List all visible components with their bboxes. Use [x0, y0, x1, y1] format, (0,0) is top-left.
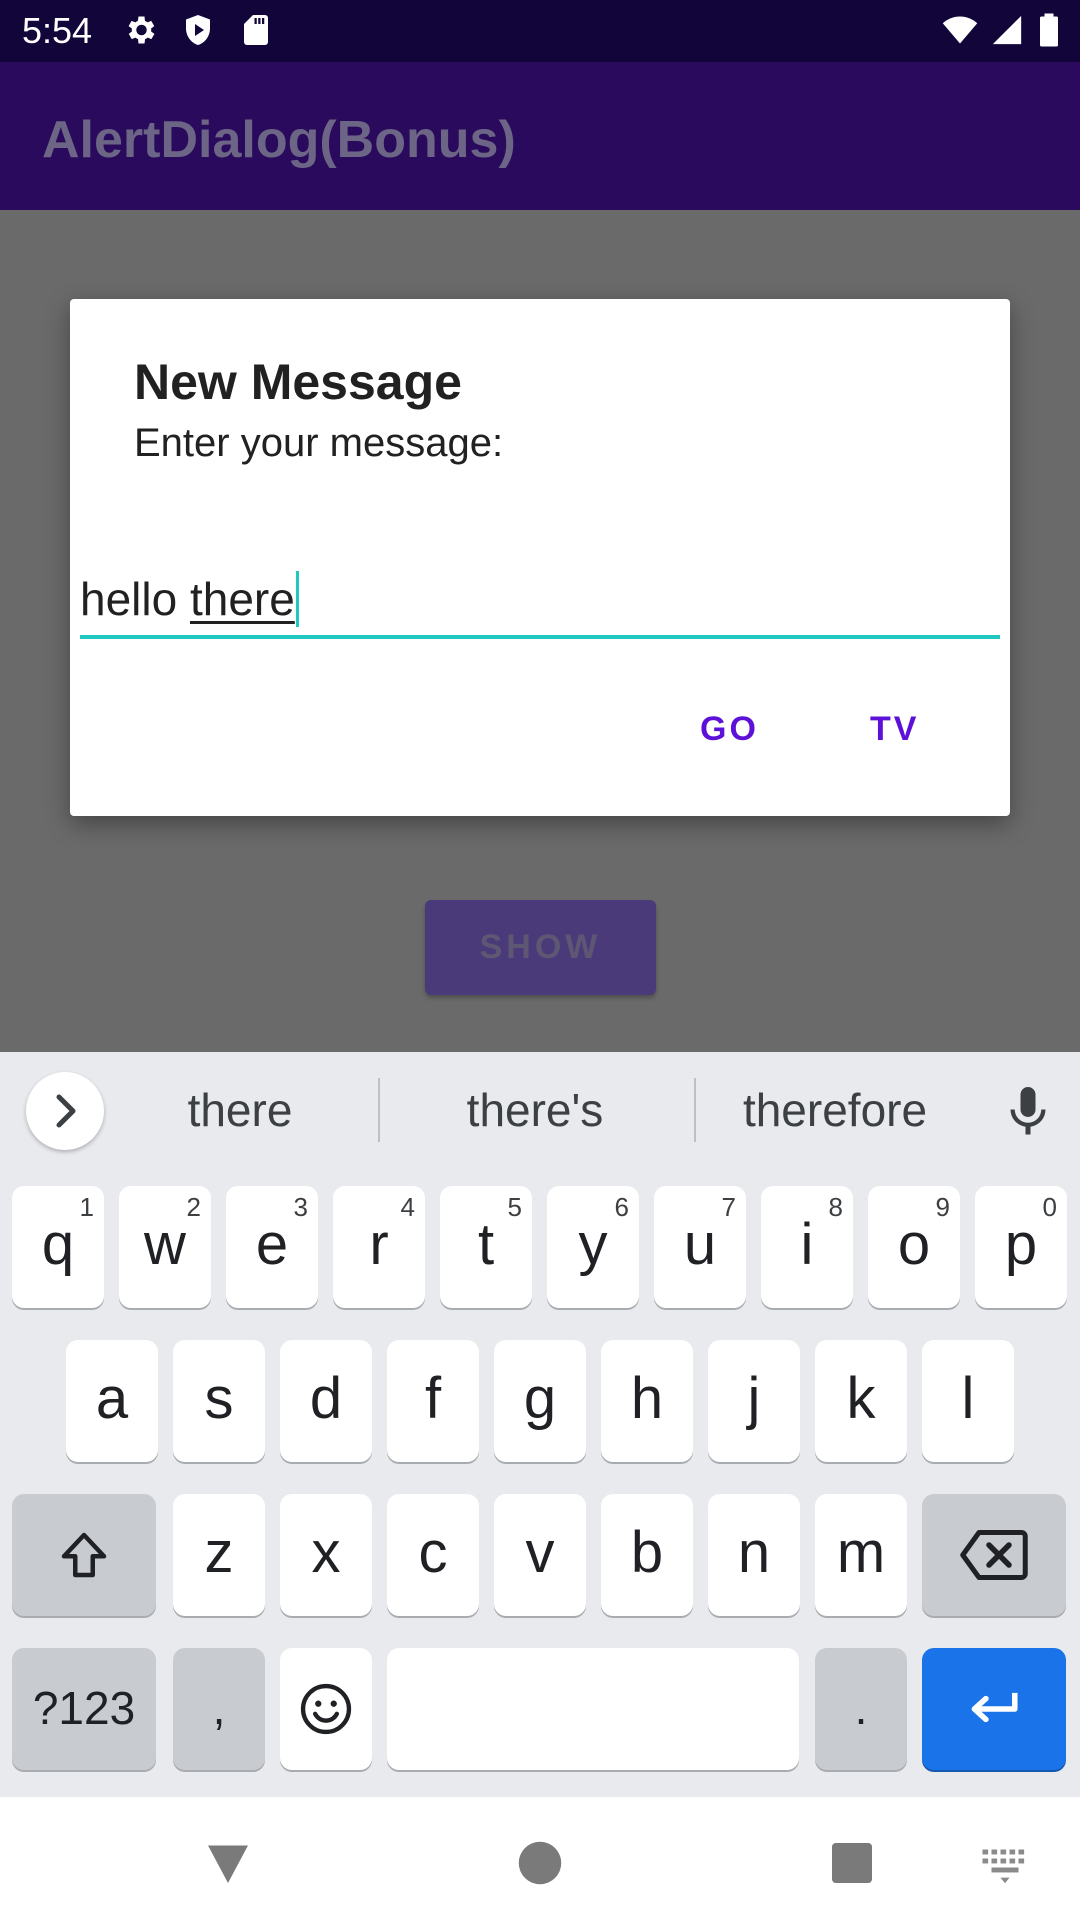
key-o[interactable]: 9o [868, 1186, 960, 1308]
suggestion-1[interactable]: there [140, 1082, 340, 1138]
suggestion-divider [378, 1078, 380, 1142]
key-e[interactable]: 3e [226, 1186, 318, 1308]
recents-icon[interactable] [822, 1833, 882, 1893]
key-y[interactable]: 6y [547, 1186, 639, 1308]
emoji-key[interactable] [280, 1648, 372, 1770]
backspace-key[interactable] [922, 1494, 1066, 1616]
space-key[interactable] [387, 1648, 799, 1770]
back-icon[interactable] [198, 1833, 258, 1893]
status-time: 5:54 [22, 10, 93, 51]
suggestion-3[interactable]: therefore [710, 1082, 960, 1138]
comma-key[interactable]: , [173, 1648, 265, 1770]
message-committed-text: hello [80, 573, 190, 625]
enter-arrow-icon [922, 1648, 1066, 1770]
settings-icon [122, 12, 158, 48]
enter-key[interactable] [922, 1648, 1066, 1770]
app-bar: AlertDialog(Bonus) [0, 62, 1080, 210]
go-button[interactable]: GO [700, 709, 759, 749]
key-s[interactable]: s [173, 1340, 265, 1462]
play-protect-icon [180, 12, 216, 48]
key-v[interactable]: v [494, 1494, 586, 1616]
shift-icon [12, 1494, 156, 1616]
battery-icon [1036, 12, 1062, 48]
key-l[interactable]: l [922, 1340, 1014, 1462]
message-input[interactable]: hello there [80, 564, 1000, 644]
status-bar: 5:54 [0, 0, 1080, 62]
show-button: SHOW [425, 900, 656, 995]
key-z[interactable]: z [173, 1494, 265, 1616]
screen: 5:54 AlertDialog(Bonus) SHOW New Message… [0, 0, 1080, 1920]
message-input-text[interactable]: hello there [80, 570, 299, 628]
key-w[interactable]: 2w [119, 1186, 211, 1308]
keyboard-switch-icon[interactable] [978, 1833, 1032, 1893]
alert-dialog: New Message Enter your message: hello th… [70, 299, 1010, 816]
period-key[interactable]: . [815, 1648, 907, 1770]
emoji-icon [280, 1648, 372, 1770]
key-h[interactable]: h [601, 1340, 693, 1462]
key-b[interactable]: b [601, 1494, 693, 1616]
key-n[interactable]: n [708, 1494, 800, 1616]
dialog-message: Enter your message: [134, 421, 504, 465]
key-r[interactable]: 4r [333, 1186, 425, 1308]
key-k[interactable]: k [815, 1340, 907, 1462]
key-g[interactable]: g [494, 1340, 586, 1462]
sd-card-icon [238, 12, 274, 48]
microphone-icon[interactable] [998, 1082, 1058, 1142]
key-f[interactable]: f [387, 1340, 479, 1462]
dialog-title: New Message [134, 354, 462, 410]
suggestion-strip: there there's therefore [0, 1052, 1080, 1168]
message-composing-text: there [189, 573, 295, 625]
key-m[interactable]: m [815, 1494, 907, 1616]
key-q[interactable]: 1q [12, 1186, 104, 1308]
key-d[interactable]: d [280, 1340, 372, 1462]
suggestion-divider [694, 1078, 696, 1142]
key-x[interactable]: x [280, 1494, 372, 1616]
key-c[interactable]: c [387, 1494, 479, 1616]
key-t[interactable]: 5t [440, 1186, 532, 1308]
shift-key[interactable] [12, 1494, 156, 1616]
wifi-icon [940, 12, 980, 48]
text-cursor [295, 571, 299, 627]
signal-icon [990, 12, 1024, 48]
suggestion-2[interactable]: there's [400, 1082, 670, 1138]
app-title: AlertDialog(Bonus) [42, 111, 516, 169]
key-p[interactable]: 0p [975, 1186, 1067, 1308]
backspace-icon [922, 1494, 1066, 1616]
tv-button[interactable]: TV [870, 709, 919, 749]
key-j[interactable]: j [708, 1340, 800, 1462]
navigation-bar [0, 1797, 1080, 1920]
input-underline [80, 635, 1000, 639]
soft-keyboard: there there's therefore 1q 2w 3e 4r 5t 6… [0, 1052, 1080, 1797]
expand-toolbar-button[interactable] [26, 1072, 104, 1150]
key-u[interactable]: 7u [654, 1186, 746, 1308]
key-a[interactable]: a [66, 1340, 158, 1462]
key-i[interactable]: 8i [761, 1186, 853, 1308]
chevron-right-icon [56, 1094, 76, 1128]
symbols-key[interactable]: ?123 [12, 1648, 156, 1770]
home-icon[interactable] [510, 1833, 570, 1893]
